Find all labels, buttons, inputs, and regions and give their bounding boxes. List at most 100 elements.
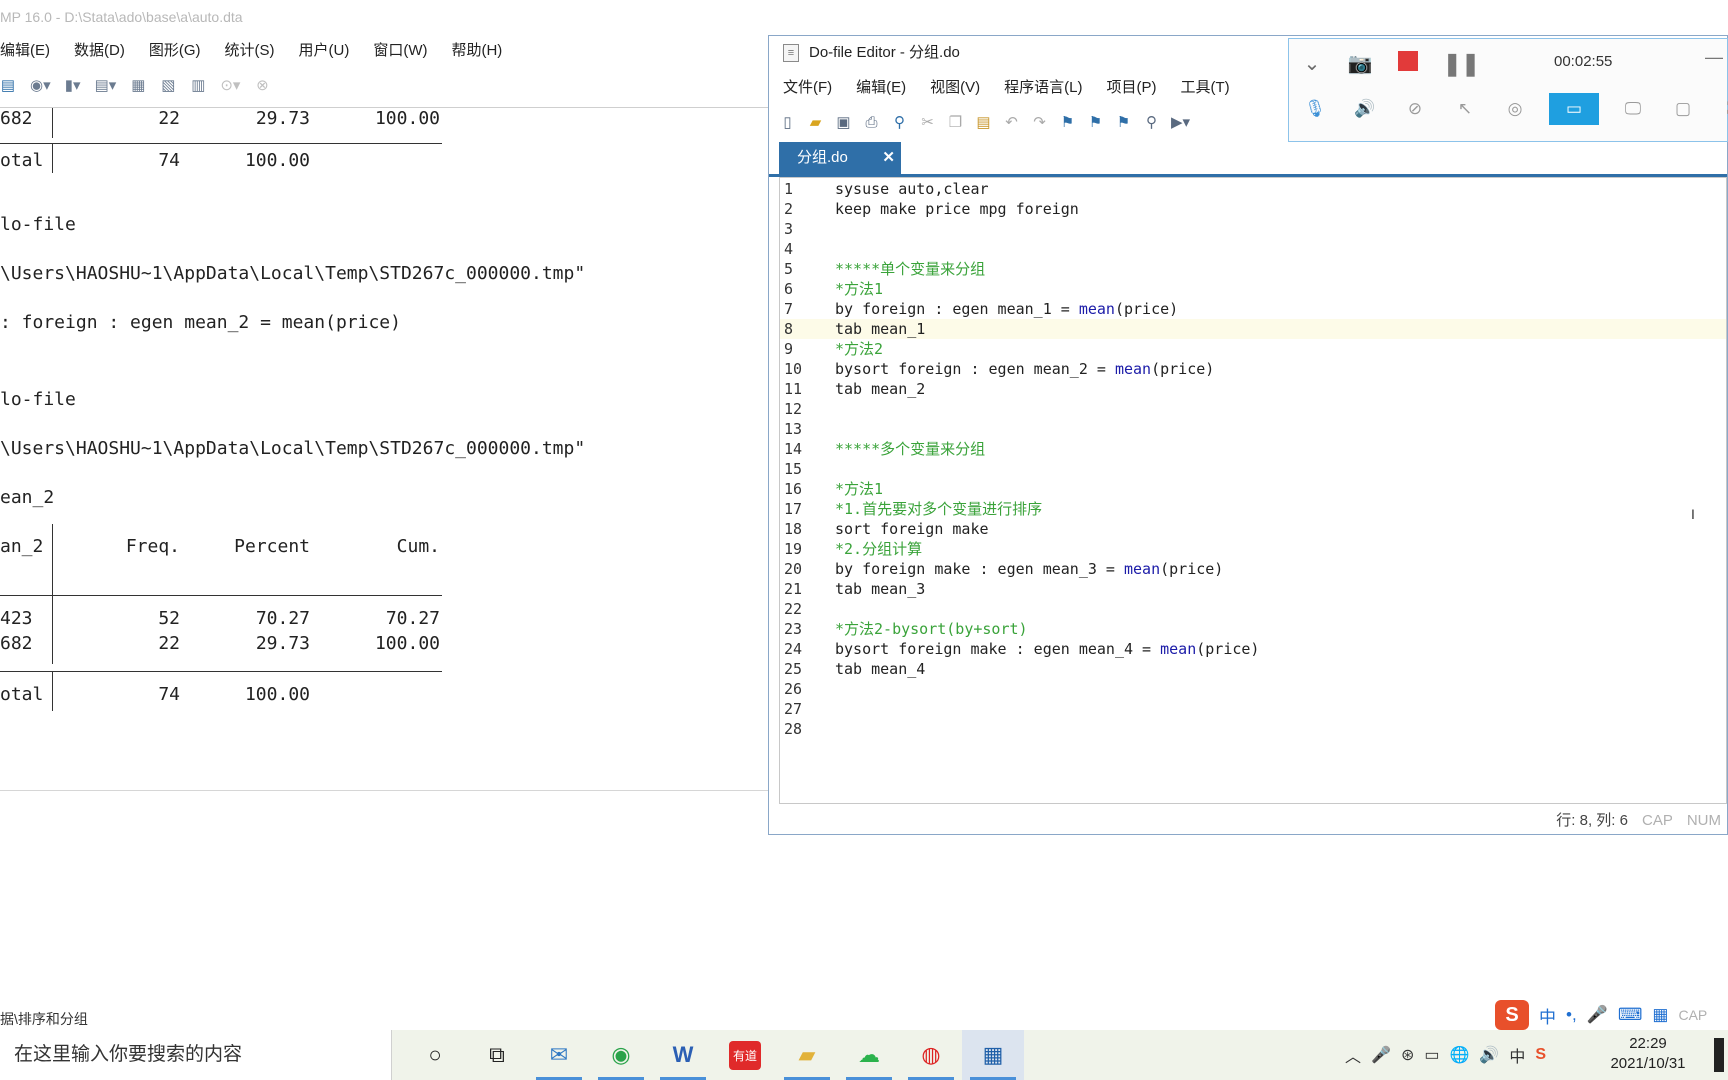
save-icon[interactable]: ▣ [835, 113, 852, 131]
code-line[interactable]: 5 *****单个变量来分组 [780, 259, 1726, 279]
recorder-app-icon[interactable]: ◍ [900, 1030, 962, 1080]
task-view-icon[interactable]: ⧉ [466, 1030, 528, 1080]
volume-icon[interactable]: 🔊 [1479, 1045, 1499, 1065]
code-line[interactable]: 1 sysuse auto,clear [780, 179, 1726, 199]
cut-icon[interactable]: ✂ [919, 113, 936, 131]
cortana-icon[interactable]: ○ [404, 1030, 466, 1080]
file-explorer-icon[interactable]: ▰ [776, 1030, 838, 1080]
pause-icon[interactable]: ❚❚ [1443, 51, 1480, 77]
taskbar-clock[interactable]: 22:29 2021/10/31 [1604, 1034, 1692, 1074]
more-icon[interactable]: ⊙▾ [220, 76, 240, 94]
ime-voice-icon[interactable]: 🎤 [1587, 1005, 1608, 1025]
toggle-bookmark-icon[interactable]: ⚑ [1059, 113, 1076, 131]
stata-menu-edit[interactable]: 编辑(E) [0, 36, 50, 66]
ime-chinese-mode[interactable]: 中 [1539, 1003, 1556, 1028]
monitor-icon[interactable]: 🖵 [1617, 99, 1649, 119]
speaker-icon[interactable]: 🔊 [1349, 99, 1381, 119]
next-bookmark-icon[interactable]: ⚑ [1115, 113, 1132, 131]
paste-icon[interactable]: ▤ [975, 113, 992, 131]
editor-menu-tools[interactable]: 工具(T) [1181, 74, 1230, 102]
code-line[interactable]: 14 *****多个变量来分组 [780, 439, 1726, 459]
code-line[interactable]: 11 tab mean_2 [780, 379, 1726, 399]
webcam-icon[interactable]: ◎ [1499, 99, 1531, 119]
stata-menu-graphics[interactable]: 图形(G) [149, 36, 201, 66]
code-line[interactable]: 16 *方法1 [780, 479, 1726, 499]
ime-punctuation[interactable]: •, [1566, 1005, 1577, 1025]
code-line[interactable]: 18 sort foreign make [780, 519, 1726, 539]
code-line[interactable]: 24 bysort foreign make : egen mean_4 = me… [780, 639, 1726, 659]
code-line[interactable]: 21 tab mean_3 [780, 579, 1726, 599]
tab-fenzu-do[interactable]: 分组.do ✕ [779, 142, 901, 174]
editor-menu-project[interactable]: 项目(P) [1107, 74, 1157, 102]
tray-microphone-icon[interactable]: 🎤 [1371, 1045, 1391, 1065]
ime-apps-icon[interactable]: ▦ [1652, 1005, 1668, 1025]
microphone-icon[interactable]: 🎙 [1299, 99, 1331, 119]
camera-icon[interactable]: 📷 [1347, 51, 1373, 77]
code-line[interactable]: 3 [780, 219, 1726, 239]
graph-icon[interactable]: ▮▾ [65, 76, 81, 94]
stata-menu-window[interactable]: 窗口(W) [373, 36, 427, 66]
editor-menu-file[interactable]: 文件(F) [783, 74, 832, 102]
code-line[interactable]: 22 [780, 599, 1726, 619]
camera-off-icon[interactable]: ⊘ [1399, 99, 1431, 119]
open-folder-icon[interactable]: ▰ [807, 113, 824, 131]
execute-do-icon[interactable]: ▶▾ [1171, 113, 1190, 131]
code-line[interactable]: 10 bysort foreign : egen mean_2 = mean(pr… [780, 359, 1726, 379]
stata-menu-user[interactable]: 用户(U) [299, 36, 350, 66]
fullscreen-icon[interactable]: ⛶ [1717, 99, 1728, 119]
input-language[interactable]: 中 [1509, 1043, 1525, 1067]
code-line[interactable]: 2 keep make price mpg foreign [780, 199, 1726, 219]
code-line[interactable]: 20 by foreign make : egen mean_3 = mean(p… [780, 559, 1726, 579]
sogou-tray-icon[interactable]: S [1535, 1046, 1546, 1064]
editor-menu-language[interactable]: 程序语言(L) [1004, 74, 1082, 102]
record-region-icon[interactable]: ▭ [1549, 93, 1599, 125]
break-icon[interactable]: ⊗ [254, 76, 270, 94]
cursor-icon[interactable]: ↖ [1449, 99, 1481, 119]
print-icon[interactable]: ⎙ [863, 114, 880, 131]
code-line[interactable]: 15 [780, 459, 1726, 479]
code-line[interactable]: 8 tab mean_1 [780, 319, 1726, 339]
new-file-icon[interactable]: ▯ [779, 113, 796, 131]
log-icon[interactable]: ▤ [0, 76, 16, 94]
code-line[interactable]: 9 *方法2 [780, 339, 1726, 359]
do-file-editor-icon[interactable]: ▤▾ [95, 76, 117, 94]
tray-app-icon[interactable]: ⊛ [1401, 1045, 1414, 1065]
stata-menu-help[interactable]: 帮助(H) [451, 36, 502, 66]
code-line[interactable]: 27 [780, 699, 1726, 719]
stop-record-button[interactable] [1395, 51, 1421, 77]
show-file-icon[interactable]: ⚲ [1143, 113, 1160, 131]
youdao-app-icon[interactable]: 有道 [714, 1030, 776, 1080]
copy-icon[interactable]: ❐ [947, 113, 964, 131]
close-icon[interactable]: ✕ [882, 142, 895, 174]
command-window-border[interactable] [0, 790, 770, 791]
redo-icon[interactable]: ↷ [1031, 113, 1048, 131]
word-app-icon[interactable]: W [652, 1030, 714, 1080]
find-icon[interactable]: ⚲ [891, 113, 908, 131]
editor-menu-view[interactable]: 视图(V) [930, 74, 980, 102]
code-line[interactable]: 19 *2.分组计算 [780, 539, 1726, 559]
code-line[interactable]: 17 *1.首先要对多个变量进行排序 [780, 499, 1726, 519]
data-browser-icon[interactable]: ▧ [160, 76, 176, 94]
stata-menu-statistics[interactable]: 统计(S) [225, 36, 275, 66]
code-line[interactable]: 13 [780, 419, 1726, 439]
undo-icon[interactable]: ↶ [1003, 113, 1020, 131]
stata-app-icon[interactable]: ▦ [962, 1030, 1024, 1080]
code-line[interactable]: 12 [780, 399, 1726, 419]
code-line[interactable]: 28 [780, 719, 1726, 739]
code-line[interactable]: 25 tab mean_4 [780, 659, 1726, 679]
network-globe-icon[interactable]: 🌐 [1449, 1045, 1469, 1065]
mail-app-icon[interactable]: ✉ [528, 1030, 590, 1080]
minimize-icon[interactable]: — [1705, 47, 1723, 68]
chevron-down-icon[interactable]: ⌄ [1299, 51, 1325, 77]
variables-manager-icon[interactable]: ▥ [190, 76, 206, 94]
chrome-app-icon[interactable]: ◉ [590, 1030, 652, 1080]
taskbar-search-input[interactable]: 在这里输入你要搜索的内容 [0, 1030, 392, 1080]
sogou-logo-icon[interactable]: S [1495, 1000, 1529, 1030]
viewer-eye-icon[interactable]: ◉▾ [30, 76, 51, 94]
data-editor-icon[interactable]: ▦ [130, 76, 146, 94]
battery-icon[interactable]: ▭ [1424, 1045, 1439, 1065]
code-line[interactable]: 6 *方法1 [780, 279, 1726, 299]
code-line[interactable]: 7 by foreign : egen mean_1 = mean(price) [780, 299, 1726, 319]
ime-keyboard-icon[interactable]: ⌨ [1618, 1005, 1643, 1025]
wechat-app-icon[interactable]: ☁ [838, 1030, 900, 1080]
